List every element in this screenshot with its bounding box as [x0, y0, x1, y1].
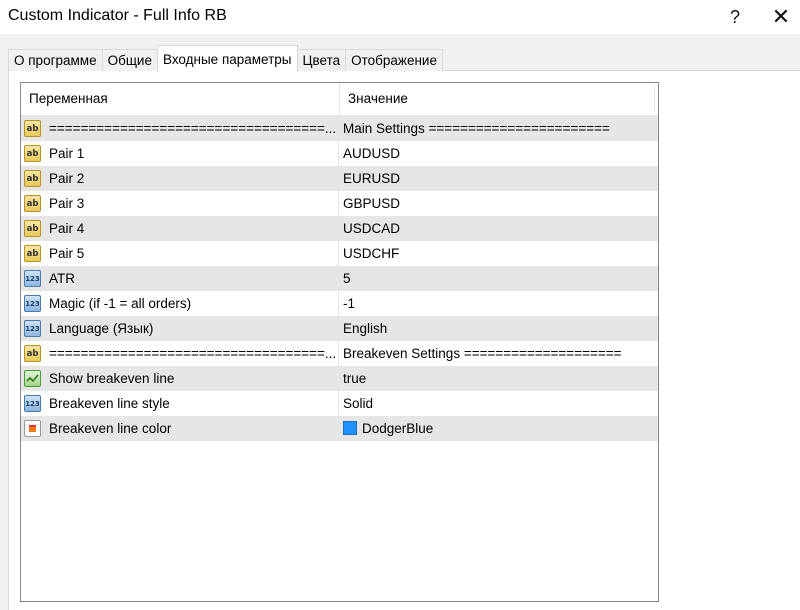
row-value[interactable]: Breakeven Settings ==================== — [343, 341, 653, 366]
column-divider — [338, 416, 339, 441]
help-button[interactable]: ? — [712, 0, 758, 34]
row-variable-name: Breakeven line style — [49, 396, 170, 411]
string-type-icon: ab — [24, 245, 41, 262]
row-value[interactable]: 5 — [343, 266, 653, 291]
row-variable-name: Language (Язык) — [49, 321, 154, 336]
table-row[interactable]: ab Pair 5 USDCHF — [21, 241, 658, 266]
row-variable-name: ATR — [49, 271, 75, 286]
row-value[interactable]: DodgerBlue — [343, 416, 653, 441]
list-header: Переменная Значение — [21, 83, 658, 116]
table-row[interactable]: ab Pair 1 AUDUSD — [21, 141, 658, 166]
row-variable-name: Pair 2 — [49, 171, 85, 186]
table-row[interactable]: ab Pair 2 EURUSD — [21, 166, 658, 191]
row-value[interactable]: USDCHF — [343, 241, 653, 266]
table-row[interactable]: ab Pair 4 USDCAD — [21, 216, 658, 241]
row-variable-name: Pair 5 — [49, 246, 85, 261]
boolean-type-icon — [24, 370, 41, 387]
table-row[interactable]: 123 ATR 5 — [21, 266, 658, 291]
row-value[interactable]: true — [343, 366, 653, 391]
table-row[interactable]: 123 Language (Язык) English — [21, 316, 658, 341]
list-rows: ab ===================================...… — [21, 116, 658, 441]
close-button[interactable]: ✕ — [758, 0, 800, 34]
column-divider — [338, 366, 339, 391]
string-type-icon: ab — [24, 120, 41, 137]
title-bar: Custom Indicator - Full Info RB ? ✕ — [0, 0, 800, 34]
row-value[interactable]: USDCAD — [343, 216, 653, 241]
row-value[interactable]: Solid — [343, 391, 653, 416]
column-divider — [338, 216, 339, 241]
column-divider — [338, 316, 339, 341]
column-divider — [338, 166, 339, 191]
column-header-variable[interactable]: Переменная — [21, 83, 339, 115]
table-row[interactable]: ab ===================================...… — [21, 341, 658, 366]
integer-type-icon: 123 — [24, 395, 41, 412]
color-type-icon — [24, 420, 41, 437]
window-title: Custom Indicator - Full Info RB — [8, 7, 227, 24]
string-type-icon: ab — [24, 170, 41, 187]
column-divider — [338, 141, 339, 166]
row-value-text: DodgerBlue — [362, 421, 434, 436]
tab-common[interactable]: Общие — [101, 49, 158, 71]
row-variable-name: Pair 1 — [49, 146, 85, 161]
integer-type-icon: 123 — [24, 320, 41, 337]
column-header-value[interactable]: Значение — [339, 83, 657, 115]
row-value[interactable]: AUDUSD — [343, 141, 653, 166]
column-divider — [338, 341, 339, 366]
row-variable-name: ===================================... — [49, 346, 337, 361]
string-type-icon: ab — [24, 345, 41, 362]
color-swatch — [343, 421, 357, 435]
column-divider — [338, 241, 339, 266]
tab-about[interactable]: О программе — [8, 49, 103, 71]
tab-inputs[interactable]: Входные параметры — [156, 45, 298, 72]
table-row[interactable]: ab Pair 3 GBPUSD — [21, 191, 658, 216]
table-row[interactable]: ab ===================================...… — [21, 116, 658, 141]
row-variable-name: Pair 4 — [49, 221, 85, 236]
input-parameters-list[interactable]: Переменная Значение ab ==================… — [20, 82, 659, 602]
column-divider — [338, 116, 339, 141]
row-value[interactable]: English — [343, 316, 653, 341]
row-value[interactable]: EURUSD — [343, 166, 653, 191]
table-row[interactable]: 123 Breakeven line style Solid — [21, 391, 658, 416]
row-variable-name: Magic (if -1 = all orders) — [49, 296, 192, 311]
tab-colors[interactable]: Цвета — [296, 49, 347, 71]
column-divider — [338, 191, 339, 216]
row-variable-name: ===================================... — [49, 121, 337, 136]
row-variable-name: Breakeven line color — [49, 421, 172, 436]
integer-type-icon: 123 — [24, 270, 41, 287]
table-row[interactable]: 123 Magic (if -1 = all orders) -1 — [21, 291, 658, 316]
column-divider — [338, 291, 339, 316]
table-row[interactable]: Breakeven line color DodgerBlue — [21, 416, 658, 441]
column-divider — [338, 391, 339, 416]
row-value[interactable]: GBPUSD — [343, 191, 653, 216]
tab-visualization[interactable]: Отображение — [345, 49, 443, 71]
column-divider — [338, 266, 339, 291]
row-value[interactable]: -1 — [343, 291, 653, 316]
tab-strip: О программе Общие Входные параметры Цвет… — [8, 45, 443, 72]
row-variable-name: Pair 3 — [49, 196, 85, 211]
string-type-icon: ab — [24, 195, 41, 212]
table-row[interactable]: Show breakeven line true — [21, 366, 658, 391]
string-type-icon: ab — [24, 220, 41, 237]
string-type-icon: ab — [24, 145, 41, 162]
row-variable-name: Show breakeven line — [49, 371, 175, 386]
row-value[interactable]: Main Settings ======================= — [343, 116, 653, 141]
integer-type-icon: 123 — [24, 295, 41, 312]
